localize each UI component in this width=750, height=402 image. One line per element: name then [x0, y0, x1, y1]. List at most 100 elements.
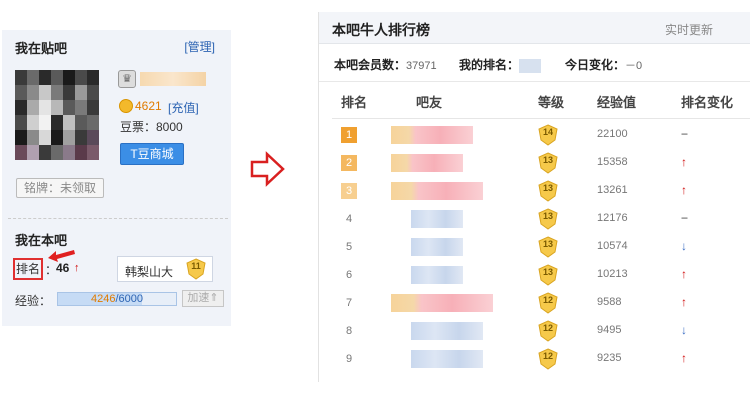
member-name-blurred[interactable]: [391, 182, 483, 200]
level-number: 14: [542, 127, 553, 137]
member-name-blurred[interactable]: [411, 266, 463, 284]
level-shield-icon: 13: [538, 208, 558, 230]
leaderboard-row[interactable]: 5 13 10574 ↓: [319, 232, 750, 260]
level-shield-icon: 12: [538, 320, 558, 342]
leaderboard-row[interactable]: 9 12 9235 ↑: [319, 344, 750, 372]
exp-max: /6000: [115, 293, 143, 305]
leaderboard-header: 本吧牛人排行榜 实时更新: [319, 12, 750, 44]
exp-value: 15358: [597, 156, 628, 168]
level-shield-icon: 12: [538, 292, 558, 314]
bar-membership-card[interactable]: 韩梨山大 11: [117, 256, 213, 282]
rank-number: 1: [341, 127, 357, 143]
leaderboard-row[interactable]: 7 12 9588 ↑: [319, 288, 750, 316]
up-arrow-icon: ↑: [681, 295, 687, 309]
rank-value: 46: [56, 261, 70, 275]
rank-number: 5: [345, 241, 353, 253]
member-name-blurred[interactable]: [411, 210, 463, 228]
manage-link[interactable]: [管理]: [184, 38, 215, 55]
members-stat: 本吧会员数：37971: [334, 58, 437, 72]
level-shield-icon: 11: [186, 258, 206, 280]
today-change-stat: 今日变化：－0: [565, 58, 643, 72]
member-name-blurred[interactable]: [411, 322, 483, 340]
member-name-blurred[interactable]: [391, 154, 463, 172]
coin-value: 4621: [135, 99, 162, 113]
column-header-rank: 排名: [341, 95, 368, 110]
leaderboard-row[interactable]: 3 13 13261 ↑: [319, 176, 750, 204]
exp-progress-bar: 4246/6000: [57, 292, 177, 306]
member-name-blurred[interactable]: [411, 238, 463, 256]
level-number: 13: [542, 239, 553, 249]
level-number: 13: [542, 211, 553, 221]
my-tieba-title: 我在贴吧: [15, 41, 68, 56]
rank-number: 3: [341, 183, 357, 199]
up-arrow-icon: ↑: [74, 262, 80, 274]
leaderboard-row[interactable]: 8 12 9495 ↓: [319, 316, 750, 344]
column-header-user: 吧友: [416, 95, 443, 110]
member-name-blurred[interactable]: [391, 126, 473, 144]
rank-number: 6: [345, 269, 353, 281]
level-shield-icon: 13: [538, 152, 558, 174]
exp-value: 9235: [597, 352, 622, 364]
column-header-rank-change: 排名变化: [681, 95, 734, 110]
down-arrow-icon: ↓: [681, 323, 687, 337]
level-shield-icon: 13: [538, 236, 558, 258]
username-blurred[interactable]: [140, 72, 206, 86]
exp-value: 12176: [597, 212, 628, 224]
no-change-icon: −: [681, 211, 689, 225]
exp-value: 13261: [597, 184, 628, 196]
member-name-blurred[interactable]: [411, 350, 483, 368]
nameplate-button[interactable]: 铭牌：未领取: [16, 178, 104, 198]
exp-value: 9588: [597, 296, 622, 308]
down-arrow-icon: ↓: [681, 239, 687, 253]
exp-value: 10574: [597, 240, 628, 252]
exp-label: 经验：: [15, 294, 52, 308]
recharge-link[interactable]: [充值]: [168, 99, 199, 116]
level-number: 12: [542, 295, 553, 305]
up-arrow-icon: ↑: [681, 155, 687, 169]
tdou-balance: 豆票：8000: [120, 120, 183, 134]
leaderboard-stats: 本吧会员数：37971 我的排名： 今日变化：－0: [319, 44, 750, 82]
level-shield-icon: 13: [538, 180, 558, 202]
coin-icon: [119, 99, 133, 113]
my-tieba-panel: 我在贴吧 [管理] ♛ 4621 [充值] 豆票：8000 T豆商城 铭牌：未领…: [2, 30, 231, 326]
leaderboard-row[interactable]: 2 13 15358 ↑: [319, 148, 750, 176]
exp-value: 9495: [597, 324, 622, 336]
avatar[interactable]: [15, 70, 99, 160]
crown-icon: ♛: [118, 70, 136, 88]
rank-number: 9: [345, 353, 353, 365]
up-arrow-icon: ↑: [681, 351, 687, 365]
rank-label-highlighted[interactable]: 排名: [13, 258, 43, 280]
level-shield-icon: 13: [538, 264, 558, 286]
level-number: 13: [542, 183, 553, 193]
rank-number: 7: [345, 297, 353, 309]
bar-name: 韩梨山大: [125, 265, 174, 279]
exp-value: 10213: [597, 268, 628, 280]
leaderboard-title: 本吧牛人排行榜: [332, 22, 430, 38]
leaderboard-row[interactable]: 4 13 12176 −: [319, 204, 750, 232]
leaderboard-row[interactable]: 1 14 22100 −: [319, 120, 750, 148]
level-shield-icon: 12: [538, 348, 558, 370]
level-number: 13: [542, 155, 553, 165]
divider: [8, 218, 228, 219]
exp-value: 22100: [597, 128, 628, 140]
up-arrow-icon: ↑: [681, 267, 687, 281]
level-number: 11: [191, 261, 201, 271]
tdou-mall-button[interactable]: T豆商城: [120, 143, 184, 165]
exp-current: 4246: [90, 293, 116, 305]
level-shield-icon: 14: [538, 124, 558, 146]
leaderboard-row[interactable]: 6 13 10213 ↑: [319, 260, 750, 288]
rank-number: 2: [341, 155, 357, 171]
level-number: 13: [542, 267, 553, 277]
red-pointer-arrow-icon: [48, 250, 75, 262]
header-divider: [332, 118, 750, 119]
column-header-level: 等级: [538, 95, 565, 110]
realtime-update-label: 实时更新: [665, 23, 714, 37]
accelerate-button[interactable]: 加速⇑: [182, 290, 224, 307]
level-number: 12: [542, 323, 553, 333]
column-header-exp: 经验值: [597, 95, 637, 110]
rank-number: 8: [345, 325, 353, 337]
rank-number: 4: [345, 213, 353, 225]
level-number: 12: [542, 351, 553, 361]
my-rank-stat: 我的排名：: [459, 56, 542, 73]
member-name-blurred[interactable]: [391, 294, 493, 312]
